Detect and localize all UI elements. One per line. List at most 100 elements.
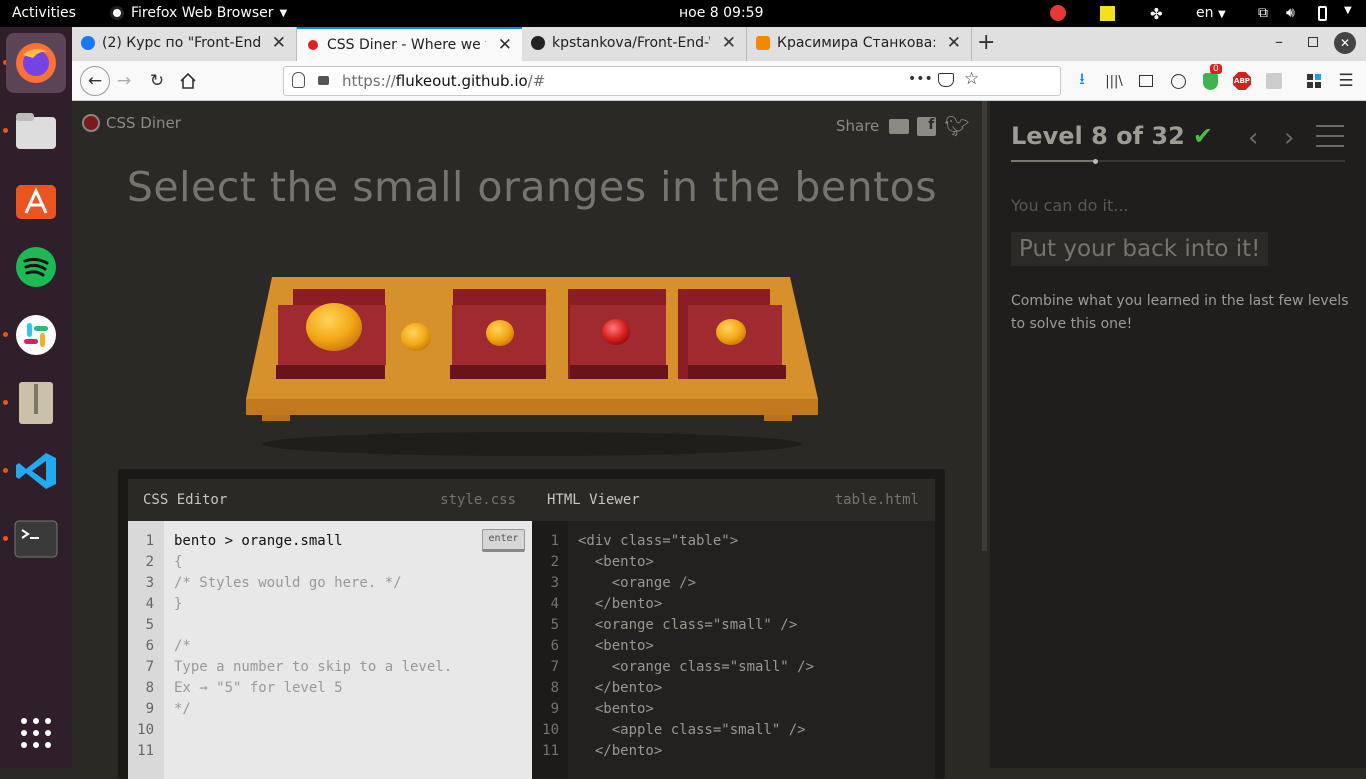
terminal-icon[interactable] [6, 509, 66, 569]
html-viewer-filename: table.html [834, 492, 919, 508]
chevron-down-icon: ▼ [279, 7, 288, 19]
tab-bar: (2) Курс по "Front-End W ✕ CSS Diner - W… [72, 27, 1366, 61]
do-not-disturb-icon[interactable] [1050, 5, 1066, 21]
page-actions-icon[interactable]: ••• [908, 71, 933, 87]
page-content: CSS Diner Share f 🐦︎ Select the small or… [72, 101, 1366, 779]
shield-icon[interactable] [292, 72, 305, 88]
network-icon[interactable]: ⧉ [1258, 5, 1268, 21]
line-number: 9 [550, 701, 559, 717]
library-icon[interactable]: |||\ [1102, 69, 1126, 93]
code-line: */ [174, 701, 191, 717]
line-number: 3 [145, 575, 154, 591]
line-number-gutter: 1 2 3 4 5 6 7 8 9 10 11 [532, 521, 568, 779]
medium-icon [756, 36, 770, 50]
pocket-icon[interactable] [938, 73, 954, 87]
css-editor[interactable]: 1 2 3 4 5 6 7 8 9 10 11 bento > orange.small {/* St… [128, 521, 532, 779]
code-line: { [174, 554, 183, 570]
archive-icon[interactable] [6, 373, 66, 433]
url-host: flukeout.github.io [395, 72, 528, 90]
adblock-plus-icon[interactable]: ABP [1230, 69, 1254, 93]
line-number: 1 [145, 533, 154, 549]
code-line: Type a number to skip to a level. [174, 659, 453, 675]
html-viewer: 1 2 3 4 5 6 7 8 9 10 11 <div class="table"> <bento… [532, 521, 935, 779]
line-number: 11 [137, 743, 154, 759]
extension-grid-icon[interactable] [1302, 69, 1326, 93]
language-label: en [1196, 5, 1214, 21]
bookmark-star-icon[interactable]: ☆ [964, 69, 979, 89]
previous-level-button[interactable]: ‹ [1248, 123, 1258, 153]
html-viewer-title: HTML Viewer [547, 492, 640, 508]
tab-label: (2) Курс по "Front-End W [102, 35, 260, 51]
abp-label: ABP [1233, 72, 1251, 90]
tab-facebook[interactable]: (2) Курс по "Front-End W ✕ [72, 27, 297, 61]
volume-icon[interactable]: 🔊︎ [1286, 5, 1295, 21]
downloads-icon[interactable]: ⭳ [1070, 69, 1094, 93]
show-applications-icon[interactable] [6, 703, 66, 763]
apple-small[interactable] [602, 319, 630, 345]
orange[interactable] [306, 303, 362, 351]
line-number: 9 [145, 701, 154, 717]
home-button[interactable] [176, 69, 200, 93]
clock[interactable]: ное 8 09:59 [679, 5, 764, 21]
level-heading: Put your back into it! [1011, 232, 1269, 266]
tab-css-diner[interactable]: CSS Diner - Where we fe ✕ [297, 27, 522, 61]
slack-icon[interactable] [6, 305, 66, 365]
level-title: Level 8 of 32 [1011, 122, 1185, 150]
line-number: 7 [145, 659, 154, 675]
account-icon[interactable] [1166, 69, 1190, 93]
bento[interactable] [568, 289, 668, 379]
lock-icon[interactable] [318, 76, 329, 85]
orange-small[interactable] [486, 320, 514, 346]
page-scrollbar[interactable] [982, 101, 987, 551]
back-button[interactable]: ← [80, 66, 110, 96]
code-line: /* Styles would go here. */ [174, 575, 402, 591]
facebook-icon[interactable]: f [917, 116, 937, 136]
line-number: 5 [145, 617, 154, 633]
bento[interactable] [450, 289, 546, 379]
close-icon[interactable]: ✕ [272, 33, 286, 53]
enter-button[interactable]: enter [482, 529, 525, 552]
url-bar[interactable]: https://flukeout.github.io/# ••• ☆ [283, 66, 1061, 96]
bento[interactable] [678, 289, 786, 379]
tab-medium[interactable]: Красимира Станкова: П ✕ [747, 27, 972, 61]
files-icon[interactable] [6, 101, 66, 161]
software-icon[interactable] [6, 169, 66, 229]
privacy-badger-icon[interactable]: 0 [1198, 64, 1222, 93]
level-menu-icon[interactable] [1316, 125, 1344, 147]
close-icon[interactable]: ✕ [947, 33, 961, 53]
next-level-button[interactable]: › [1284, 123, 1294, 153]
logo[interactable]: CSS Diner [82, 114, 181, 132]
forward-button[interactable]: → [112, 69, 136, 93]
maximize-button[interactable] [1308, 37, 1318, 47]
code-line: bento > orange.small [174, 533, 343, 549]
reload-button[interactable]: ↻ [145, 69, 169, 93]
app-menu[interactable]: Firefox Web Browser ▼ [110, 5, 287, 21]
activities-button[interactable]: Activities [12, 5, 76, 21]
email-icon[interactable] [889, 118, 910, 134]
language-selector[interactable]: en ▼ [1196, 5, 1226, 21]
line-number: 6 [550, 638, 559, 654]
code-line: </bento> [578, 596, 663, 612]
notes-icon[interactable] [1100, 6, 1115, 21]
close-icon[interactable]: ✕ [722, 33, 736, 53]
system-menu-chevron-icon[interactable]: ▼ [1344, 5, 1352, 16]
orange-small[interactable] [716, 319, 746, 345]
close-icon[interactable]: ✕ [498, 35, 512, 55]
url-text[interactable]: https://flukeout.github.io/# [342, 72, 545, 90]
new-tab-button[interactable]: + [977, 30, 995, 55]
spotify-icon[interactable] [6, 237, 66, 297]
hamburger-menu-icon[interactable]: ☰ [1334, 69, 1358, 93]
extension-icon[interactable] [1262, 69, 1286, 93]
twitter-icon[interactable]: 🐦︎ [944, 114, 969, 138]
vscode-icon[interactable] [6, 441, 66, 501]
tab-github[interactable]: kpstankova/Front-End-W ✕ [522, 27, 747, 61]
firefox-icon[interactable] [6, 33, 66, 93]
sidebar-icon[interactable] [1134, 69, 1158, 93]
battery-icon[interactable] [1318, 6, 1327, 21]
orange-small[interactable] [401, 323, 431, 351]
minimize-button[interactable]: – [1275, 32, 1283, 51]
css-editor-title: CSS Editor [143, 492, 228, 508]
code-line: /* [174, 638, 191, 654]
close-window-button[interactable]: ✕ [1334, 32, 1356, 54]
slack-tray-icon[interactable]: ✤ [1150, 5, 1163, 23]
